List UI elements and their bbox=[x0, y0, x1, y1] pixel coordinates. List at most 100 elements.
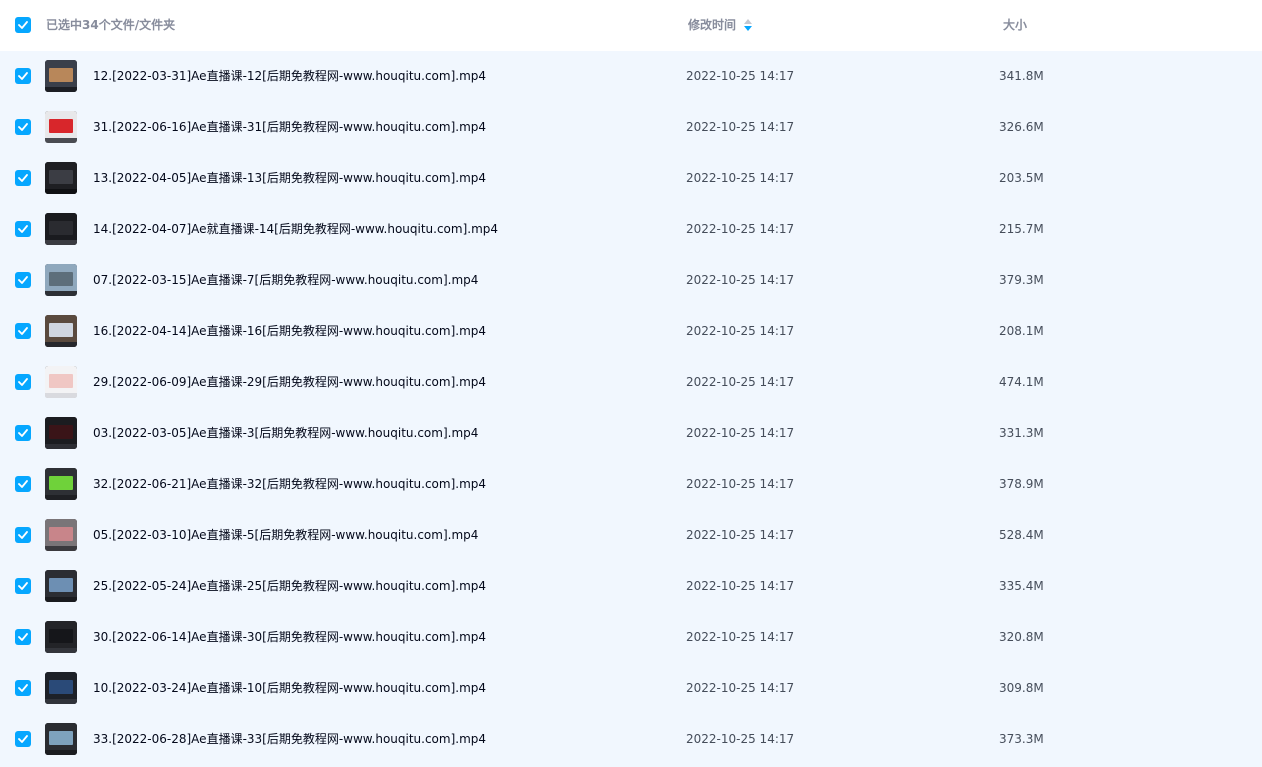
select-all-checkbox[interactable] bbox=[15, 17, 31, 33]
file-row[interactable]: 03.[2022-03-05]Ae直播课-3[后期免教程网-www.houqit… bbox=[0, 408, 1262, 459]
checkmark-icon bbox=[18, 531, 28, 539]
modified-column-label: 修改时间 bbox=[688, 18, 737, 32]
file-checkbox[interactable] bbox=[15, 680, 31, 696]
file-modified-time: 2022-10-25 14:17 bbox=[686, 681, 795, 695]
file-name[interactable]: 29.[2022-06-09]Ae直播课-29[后期免教程网-www.houqi… bbox=[93, 374, 486, 390]
file-modified-time: 2022-10-25 14:17 bbox=[686, 273, 795, 287]
video-thumbnail-icon[interactable] bbox=[45, 468, 77, 500]
video-thumbnail-icon[interactable] bbox=[45, 621, 77, 653]
file-modified-time: 2022-10-25 14:17 bbox=[686, 222, 795, 236]
file-size: 335.4M bbox=[999, 579, 1044, 593]
file-checkbox[interactable] bbox=[15, 221, 31, 237]
file-name[interactable]: 12.[2022-03-31]Ae直播课-12[后期免教程网-www.houqi… bbox=[93, 68, 486, 84]
checkmark-icon bbox=[18, 378, 28, 386]
file-row[interactable]: 16.[2022-04-14]Ae直播课-16[后期免教程网-www.houqi… bbox=[0, 306, 1262, 357]
file-name[interactable]: 13.[2022-04-05]Ae直播课-13[后期免教程网-www.houqi… bbox=[93, 170, 486, 186]
file-modified-time: 2022-10-25 14:17 bbox=[686, 579, 795, 593]
file-list: 已选中34个文件/文件夹 修改时间 大小 12.[2022-03-31]Ae直播… bbox=[0, 0, 1262, 767]
sort-by-modified-header[interactable]: 修改时间 bbox=[688, 17, 753, 33]
video-thumbnail-icon[interactable] bbox=[45, 213, 77, 245]
file-size: 208.1M bbox=[999, 324, 1044, 338]
file-row[interactable]: 13.[2022-04-05]Ae直播课-13[后期免教程网-www.houqi… bbox=[0, 153, 1262, 204]
file-name[interactable]: 10.[2022-03-24]Ae直播课-10[后期免教程网-www.houqi… bbox=[93, 680, 486, 696]
file-row[interactable]: 12.[2022-03-31]Ae直播课-12[后期免教程网-www.houqi… bbox=[0, 51, 1262, 102]
video-thumbnail-icon[interactable] bbox=[45, 519, 77, 551]
file-modified-time: 2022-10-25 14:17 bbox=[686, 120, 795, 134]
file-size: 373.3M bbox=[999, 732, 1044, 746]
file-modified-time: 2022-10-25 14:17 bbox=[686, 528, 795, 542]
file-size: 320.8M bbox=[999, 630, 1044, 644]
file-size: 331.3M bbox=[999, 426, 1044, 440]
file-checkbox[interactable] bbox=[15, 374, 31, 390]
file-modified-time: 2022-10-25 14:17 bbox=[686, 732, 795, 746]
file-row[interactable]: 10.[2022-03-24]Ae直播课-10[后期免教程网-www.houqi… bbox=[0, 663, 1262, 714]
file-checkbox[interactable] bbox=[15, 527, 31, 543]
video-thumbnail-icon[interactable] bbox=[45, 315, 77, 347]
checkmark-icon bbox=[18, 276, 28, 284]
file-modified-time: 2022-10-25 14:17 bbox=[686, 426, 795, 440]
file-name[interactable]: 33.[2022-06-28]Ae直播课-33[后期免教程网-www.houqi… bbox=[93, 731, 486, 747]
file-list-header: 已选中34个文件/文件夹 修改时间 大小 bbox=[0, 0, 1262, 51]
file-row[interactable]: 33.[2022-06-28]Ae直播课-33[后期免教程网-www.houqi… bbox=[0, 714, 1262, 765]
video-thumbnail-icon[interactable] bbox=[45, 162, 77, 194]
file-modified-time: 2022-10-25 14:17 bbox=[686, 324, 795, 338]
file-name[interactable]: 32.[2022-06-21]Ae直播课-32[后期免教程网-www.houqi… bbox=[93, 476, 486, 492]
file-checkbox[interactable] bbox=[15, 578, 31, 594]
file-size: 528.4M bbox=[999, 528, 1044, 542]
checkmark-icon bbox=[18, 735, 28, 743]
checkmark-icon bbox=[18, 582, 28, 590]
file-row[interactable]: 29.[2022-06-09]Ae直播课-29[后期免教程网-www.houqi… bbox=[0, 357, 1262, 408]
file-checkbox[interactable] bbox=[15, 629, 31, 645]
file-row[interactable]: 14.[2022-04-07]Ae就直播课-14[后期免教程网-www.houq… bbox=[0, 204, 1262, 255]
file-row[interactable]: 05.[2022-03-10]Ae直播课-5[后期免教程网-www.houqit… bbox=[0, 510, 1262, 561]
checkmark-icon bbox=[18, 174, 28, 182]
file-name[interactable]: 31.[2022-06-16]Ae直播课-31[后期免教程网-www.houqi… bbox=[93, 119, 486, 135]
file-size: 203.5M bbox=[999, 171, 1044, 185]
file-name[interactable]: 03.[2022-03-05]Ae直播课-3[后期免教程网-www.houqit… bbox=[93, 425, 478, 441]
file-modified-time: 2022-10-25 14:17 bbox=[686, 477, 795, 491]
file-name[interactable]: 05.[2022-03-10]Ae直播课-5[后期免教程网-www.houqit… bbox=[93, 527, 478, 543]
video-thumbnail-icon[interactable] bbox=[45, 111, 77, 143]
file-checkbox[interactable] bbox=[15, 476, 31, 492]
file-name[interactable]: 07.[2022-03-15]Ae直播课-7[后期免教程网-www.houqit… bbox=[93, 272, 478, 288]
file-name[interactable]: 16.[2022-04-14]Ae直播课-16[后期免教程网-www.houqi… bbox=[93, 323, 486, 339]
file-name[interactable]: 25.[2022-05-24]Ae直播课-25[后期免教程网-www.houqi… bbox=[93, 578, 486, 594]
file-row[interactable]: 32.[2022-06-21]Ae直播课-32[后期免教程网-www.houqi… bbox=[0, 459, 1262, 510]
file-size: 326.6M bbox=[999, 120, 1044, 134]
sort-descending-icon bbox=[744, 19, 753, 31]
file-row[interactable]: 07.[2022-03-15]Ae直播课-7[后期免教程网-www.houqit… bbox=[0, 255, 1262, 306]
selection-count: 已选中34个文件/文件夹 bbox=[46, 18, 176, 32]
checkmark-icon bbox=[18, 480, 28, 488]
file-checkbox[interactable] bbox=[15, 425, 31, 441]
file-row[interactable]: 30.[2022-06-14]Ae直播课-30[后期免教程网-www.houqi… bbox=[0, 612, 1262, 663]
file-checkbox[interactable] bbox=[15, 68, 31, 84]
file-modified-time: 2022-10-25 14:17 bbox=[686, 171, 795, 185]
file-size: 215.7M bbox=[999, 222, 1044, 236]
file-checkbox[interactable] bbox=[15, 272, 31, 288]
file-row[interactable]: 31.[2022-06-16]Ae直播课-31[后期免教程网-www.houqi… bbox=[0, 102, 1262, 153]
file-modified-time: 2022-10-25 14:17 bbox=[686, 375, 795, 389]
file-size: 379.3M bbox=[999, 273, 1044, 287]
checkmark-icon bbox=[18, 123, 28, 131]
video-thumbnail-icon[interactable] bbox=[45, 366, 77, 398]
video-thumbnail-icon[interactable] bbox=[45, 570, 77, 602]
file-checkbox[interactable] bbox=[15, 119, 31, 135]
file-checkbox[interactable] bbox=[15, 323, 31, 339]
file-modified-time: 2022-10-25 14:17 bbox=[686, 630, 795, 644]
video-thumbnail-icon[interactable] bbox=[45, 417, 77, 449]
checkmark-icon bbox=[18, 21, 28, 29]
file-row[interactable]: 25.[2022-05-24]Ae直播课-25[后期免教程网-www.houqi… bbox=[0, 561, 1262, 612]
file-checkbox[interactable] bbox=[15, 731, 31, 747]
size-column-header[interactable]: 大小 bbox=[1003, 17, 1027, 33]
video-thumbnail-icon[interactable] bbox=[45, 723, 77, 755]
file-name[interactable]: 14.[2022-04-07]Ae就直播课-14[后期免教程网-www.houq… bbox=[93, 221, 498, 237]
file-modified-time: 2022-10-25 14:17 bbox=[686, 69, 795, 83]
video-thumbnail-icon[interactable] bbox=[45, 60, 77, 92]
video-thumbnail-icon[interactable] bbox=[45, 264, 77, 296]
file-name[interactable]: 30.[2022-06-14]Ae直播课-30[后期免教程网-www.houqi… bbox=[93, 629, 486, 645]
file-size: 474.1M bbox=[999, 375, 1044, 389]
file-size: 341.8M bbox=[999, 69, 1044, 83]
video-thumbnail-icon[interactable] bbox=[45, 672, 77, 704]
checkmark-icon bbox=[18, 429, 28, 437]
file-checkbox[interactable] bbox=[15, 170, 31, 186]
